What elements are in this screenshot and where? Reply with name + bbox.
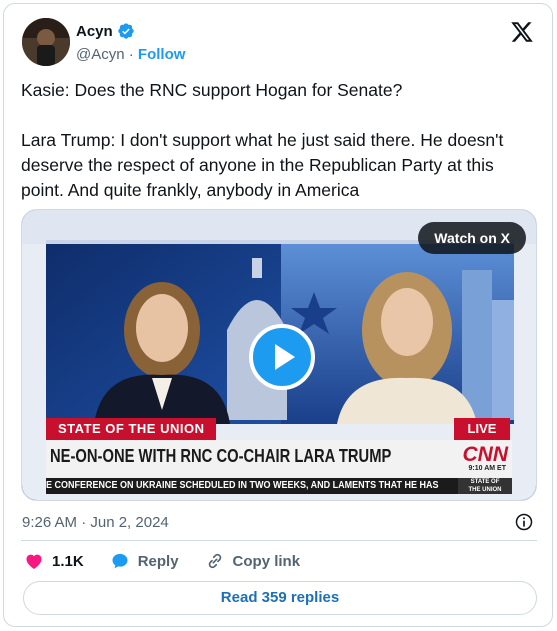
read-replies-button[interactable]: Read 359 replies [23,581,537,615]
heart-icon [26,554,42,569]
play-button[interactable] [249,324,315,390]
handle-separator: · [128,46,134,63]
corner-show-label-line1: STATE OF [470,479,500,485]
like-button[interactable]: 1.1K [24,551,84,571]
link-icon [208,553,221,569]
follow-button[interactable]: Follow [138,46,186,63]
action-bar: 1.1K Reply Copy link [24,551,326,571]
cnn-logo: CNN [462,443,509,466]
corner-show-label-line2: THE UNION [468,487,502,493]
copy-link-button[interactable]: Copy link [205,551,301,571]
reply-button[interactable]: Reply [110,551,179,571]
tweet-card: Acyn @Acyn · Follow Kasie: Does the RNC … [3,3,553,627]
broadcast-headline: NE-ON-ONE WITH RNC CO-CHAIR LARA TRUMP [50,446,392,466]
avatar[interactable] [22,18,70,66]
tweet-timestamp[interactable]: 9:26 AM · Jun 2, 2024 [22,514,169,531]
handle-row: @Acyn · Follow [76,46,185,63]
broadcast-time: 9:10 AM ET [468,465,506,472]
copy-link-label: Copy link [232,552,301,570]
broadcast-ticker: E CONFERENCE ON UKRAINE SCHEDULED IN TWO… [46,480,439,491]
like-count: 1.1K [52,552,84,570]
corner-show-label: STATE OF THE UNION [458,478,512,494]
info-icon[interactable] [514,512,534,532]
divider [21,540,537,541]
reply-label: Reply [137,552,179,570]
author-handle[interactable]: @Acyn [76,46,125,63]
video-media[interactable]: Watch on X STATE OF THE UNION LIVE NE-ON… [21,209,537,501]
watch-on-x-button[interactable]: Watch on X [418,222,526,254]
reply-bubble-icon [112,553,128,569]
verified-badge-icon [118,23,134,39]
author-name[interactable]: Acyn [76,23,113,40]
live-badge: LIVE [454,418,510,440]
x-logo-icon[interactable] [510,20,534,44]
tweet-text: Kasie: Does the RNC support Hogan for Se… [21,80,504,200]
play-icon [275,344,295,370]
show-label: STATE OF THE UNION [46,418,217,440]
